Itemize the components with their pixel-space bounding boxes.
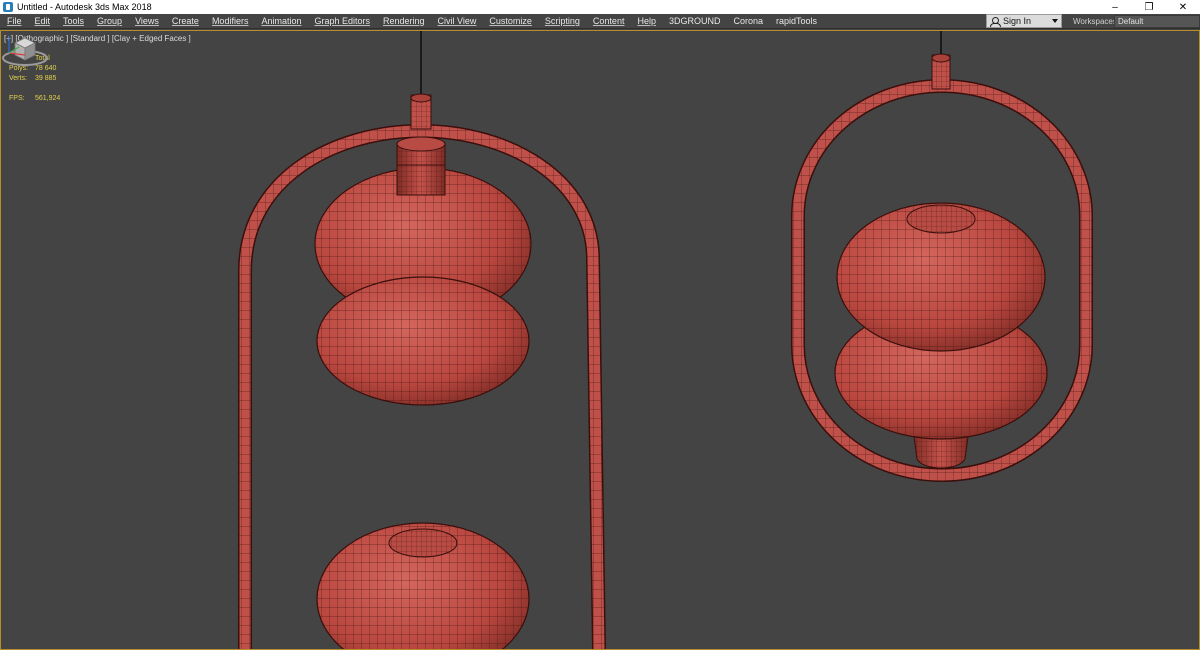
right-lamp-connector <box>931 53 951 90</box>
menu-corona[interactable]: Corona <box>726 16 769 26</box>
window-title: Untitled - Autodesk 3ds Max 2018 <box>17 2 152 12</box>
workspaces-label: Workspaces: <box>1073 17 1120 26</box>
title-bar: Untitled - Autodesk 3ds Max 2018 – ❐ ✕ <box>0 0 1200 14</box>
left-lamp-collar <box>396 164 446 196</box>
left-lamp-connector <box>410 93 432 130</box>
close-button[interactable]: ✕ <box>1166 0 1200 14</box>
menu-create[interactable]: Create <box>165 16 205 26</box>
menu-views[interactable]: Views <box>128 16 165 26</box>
user-icon <box>990 16 1001 27</box>
restore-button[interactable]: ❐ <box>1132 0 1166 14</box>
menu-animation[interactable]: Animation <box>254 16 307 26</box>
menu-rapidtools[interactable]: rapidTools <box>769 16 823 26</box>
minimize-button[interactable]: – <box>1098 0 1132 14</box>
viewport-orthographic[interactable]: [+] [Orthographic ] [Standard ] [Clay + … <box>0 30 1200 650</box>
fps-value: 561,924 <box>35 95 61 102</box>
chevron-down-icon <box>1052 19 1058 23</box>
verts-value: 39 885 <box>35 75 57 82</box>
app-3dsmax-icon <box>3 2 13 12</box>
menu-group[interactable]: Group <box>90 16 128 26</box>
verts-label: Verts: <box>9 75 27 82</box>
sign-in-label: Sign In <box>1003 16 1032 26</box>
menu-3dground[interactable]: 3DGROUND <box>662 16 727 26</box>
menu-tools[interactable]: Tools <box>56 16 90 26</box>
menu-customize[interactable]: Customize <box>482 16 538 26</box>
window-controls: – ❐ ✕ <box>1098 0 1200 14</box>
menu-scripting[interactable]: Scripting <box>538 16 586 26</box>
stats-fps-row: FPS: 561,924 <box>9 94 60 104</box>
menu-help[interactable]: Help <box>630 16 662 26</box>
menu-civil-view[interactable]: Civil View <box>431 16 483 26</box>
menu-file[interactable]: File <box>0 16 28 26</box>
menu-edit[interactable]: Edit <box>28 16 57 26</box>
sign-in-dropdown[interactable]: Sign In <box>986 14 1062 28</box>
menu-modifiers[interactable]: Modifiers <box>205 16 255 26</box>
menu-graph-editors[interactable]: Graph Editors <box>307 16 376 26</box>
fps-label: FPS: <box>9 95 25 102</box>
stats-verts-row: Verts: 39 885 <box>9 74 60 84</box>
workspaces-select[interactable]: Default <box>1114 15 1200 28</box>
scene-canvas[interactable] <box>1 31 1199 649</box>
right-lamp-upper-bulb <box>836 202 1046 352</box>
left-lamp-lower-bulb <box>316 276 530 406</box>
menu-content[interactable]: Content <box>586 16 631 26</box>
axis-tripod-icon <box>8 37 26 56</box>
bottom-lamp-bulb <box>316 522 530 649</box>
menu-rendering[interactable]: Rendering <box>376 16 431 26</box>
